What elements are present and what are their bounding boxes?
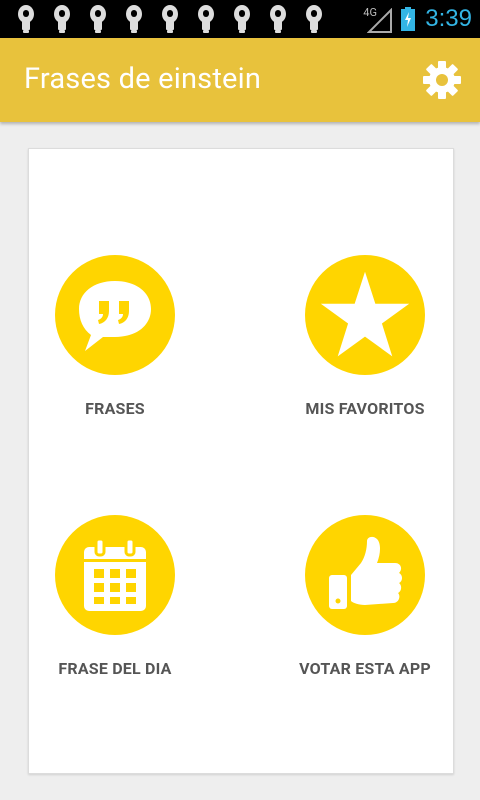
notification-icons — [14, 4, 338, 34]
star-icon — [320, 271, 410, 357]
menu-card: FRASES MIS FAVORITOS FRASE DEL DIA VOTAR… — [28, 148, 454, 774]
lightbulb-icon — [306, 5, 322, 33]
gear-icon[interactable] — [418, 56, 466, 104]
app-title: Frases de einstein — [24, 62, 262, 96]
mis-favoritos-button[interactable]: MIS FAVORITOS — [265, 255, 465, 418]
lightbulb-icon — [18, 5, 34, 33]
votar-app-button[interactable]: VOTAR ESTA APP — [265, 515, 465, 678]
votar-app-label: VOTAR ESTA APP — [299, 659, 431, 678]
action-bar: Frases de einstein — [0, 38, 480, 122]
lightbulb-icon — [198, 5, 214, 33]
clock: 3:39 — [425, 5, 472, 32]
mis-favoritos-label: MIS FAVORITOS — [305, 399, 425, 418]
frase-del-dia-button[interactable]: FRASE DEL DIA — [15, 515, 215, 678]
calendar-icon — [84, 537, 146, 611]
frase-dia-icon-circle[interactable] — [55, 515, 175, 635]
battery-icon — [401, 7, 416, 31]
lightbulb-icon — [54, 5, 70, 33]
status-indicators: 4G 3:39 — [363, 4, 472, 34]
lightbulb-icon — [270, 5, 286, 33]
votar-icon-circle[interactable] — [305, 515, 425, 635]
signal-icon: 4G — [363, 6, 393, 33]
lightbulb-icon — [90, 5, 106, 33]
favoritos-icon-circle[interactable] — [305, 255, 425, 375]
lightbulb-icon — [234, 5, 250, 33]
frase-del-dia-label: FRASE DEL DIA — [58, 659, 172, 678]
thumbs-up-icon — [329, 536, 402, 609]
frases-label: FRASES — [85, 399, 145, 418]
frases-icon-circle[interactable] — [55, 255, 175, 375]
quote-bubble-icon — [79, 281, 151, 351]
lightbulb-icon — [126, 5, 142, 33]
status-bar: 4G 3:39 — [0, 0, 480, 38]
frases-button[interactable]: FRASES — [15, 255, 215, 418]
lightbulb-icon — [162, 5, 178, 33]
